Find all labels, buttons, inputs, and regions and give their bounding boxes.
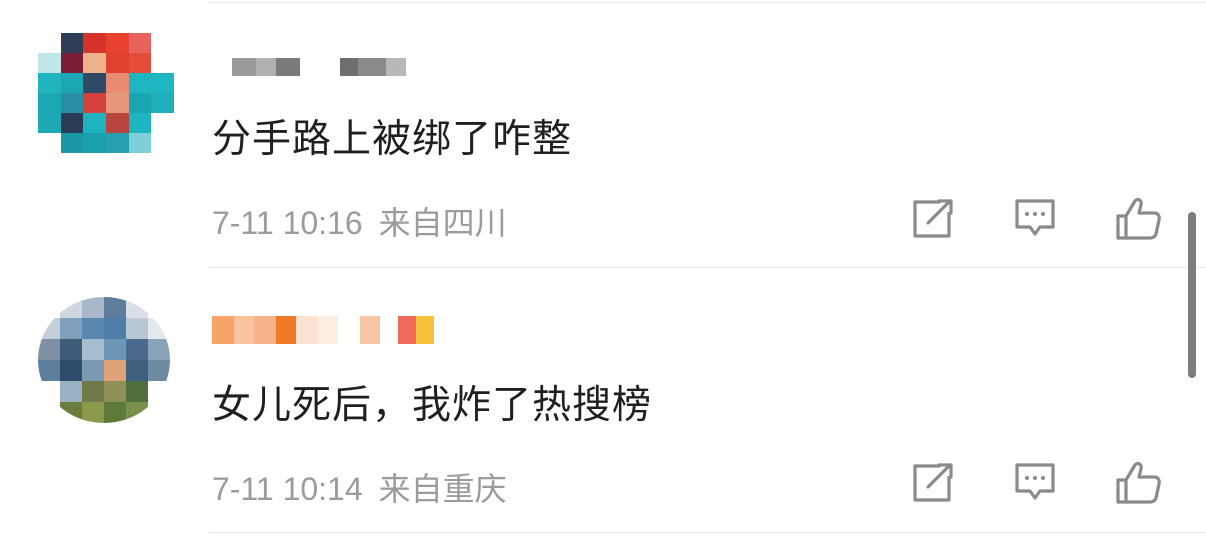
comment-date: 7-11 10:16 bbox=[212, 205, 363, 241]
comment-actions bbox=[910, 196, 1162, 242]
scrollbar-thumb[interactable] bbox=[1188, 212, 1196, 378]
avatar[interactable] bbox=[38, 297, 170, 423]
comment-meta: 7-11 10:16 来自四川 bbox=[212, 198, 507, 244]
avatar[interactable] bbox=[38, 33, 174, 153]
share-icon[interactable] bbox=[910, 462, 956, 504]
top-separator bbox=[209, 2, 1206, 3]
like-icon[interactable] bbox=[1114, 460, 1162, 506]
comment-location: 来自四川 bbox=[378, 204, 507, 242]
share-icon[interactable] bbox=[910, 198, 956, 240]
username-redacted[interactable] bbox=[212, 310, 434, 344]
comment-date: 7-11 10:14 bbox=[212, 471, 363, 507]
comment-meta: 7-11 10:14 来自重庆 bbox=[212, 464, 507, 510]
like-icon[interactable] bbox=[1114, 196, 1162, 242]
comment-separator bbox=[209, 532, 1206, 533]
comment-text: 女儿死后，我炸了热搜榜 bbox=[212, 383, 653, 428]
comment-actions bbox=[910, 460, 1162, 506]
comment-icon[interactable] bbox=[1012, 197, 1058, 241]
username-redacted[interactable] bbox=[212, 54, 406, 76]
comment-icon[interactable] bbox=[1012, 461, 1058, 505]
comment-text: 分手路上被绑了咋整 bbox=[212, 117, 573, 162]
comment-separator bbox=[209, 267, 1206, 268]
comment-location: 来自重庆 bbox=[378, 470, 507, 508]
